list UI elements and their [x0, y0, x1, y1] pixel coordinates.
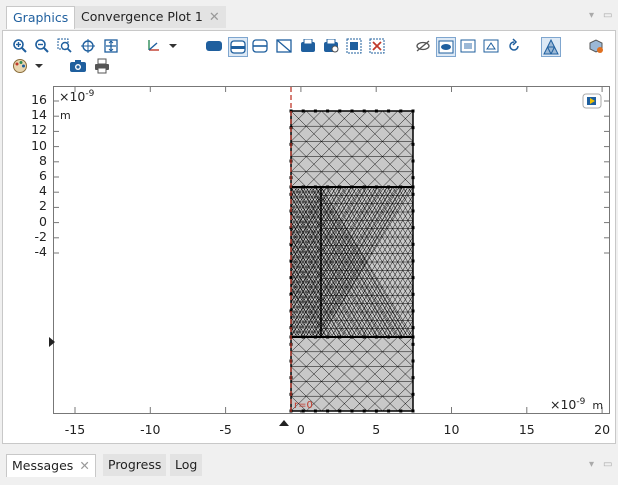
- close-icon[interactable]: ✕: [79, 458, 89, 473]
- y-tick-label: -2: [34, 228, 47, 244]
- tab-messages-label: Messages: [12, 458, 74, 473]
- tab-graphics-label: Graphics: [13, 10, 69, 25]
- hide-icon[interactable]: [414, 37, 432, 55]
- close-icon[interactable]: ✕: [209, 10, 220, 25]
- x-tick-label: 0: [296, 422, 305, 437]
- tab-log[interactable]: Log: [170, 454, 203, 476]
- graphics-toolbar-secondary: [9, 57, 209, 79]
- comsol-logo-icon[interactable]: [582, 93, 602, 109]
- minimize-icon[interactable]: ▾: [589, 459, 594, 470]
- y-tick-label: 2: [39, 198, 47, 214]
- graphics-tab-bar: Graphics Convergence Plot 1 ✕ ▾ ▭: [0, 0, 618, 30]
- y-tick-label: 8: [39, 152, 47, 168]
- tab-messages[interactable]: Messages ✕: [6, 454, 96, 477]
- y-tick-label: 4: [39, 183, 47, 199]
- graphics-canvas[interactable]: ×10-9 m ×10-9 m r=0: [53, 86, 610, 414]
- graphics-toolbar: [9, 37, 609, 59]
- y-tick-label: 14: [31, 107, 47, 123]
- select-edges-icon[interactable]: [251, 37, 269, 55]
- deselect-icon[interactable]: [322, 37, 340, 55]
- axis-marker-label: r=0: [294, 400, 313, 411]
- select-boundaries-icon[interactable]: [228, 37, 248, 57]
- tab-progress[interactable]: Progress: [103, 454, 167, 476]
- maximize-icon[interactable]: ▭: [603, 10, 612, 21]
- y-tick-label: -4: [34, 244, 47, 259]
- show-icon[interactable]: [436, 37, 456, 57]
- x-tick-label: 20: [594, 422, 611, 437]
- maximize-icon[interactable]: ▭: [603, 459, 612, 470]
- chevron-down-icon[interactable]: [30, 57, 48, 75]
- graphics-panel: 16 14 12 10 8 6 4 2 0 -2 -4 -15 -10 -5 0 5 10 15 20 ×10-9…: [2, 30, 616, 444]
- mesh-plot: [54, 87, 609, 413]
- y-axis-unit: m: [60, 109, 71, 122]
- x-tick-label: 5: [372, 422, 381, 437]
- select-all-icon[interactable]: [345, 37, 363, 55]
- tab-graphics[interactable]: Graphics: [6, 6, 76, 29]
- y-tick-label: 12: [31, 122, 47, 138]
- select-points-icon[interactable]: [275, 37, 293, 55]
- y-tick-label: 6: [39, 168, 47, 183]
- bottom-tab-bar: Messages ✕ Progress Log ▾ ▭: [0, 445, 618, 485]
- x-tick-label: -5: [219, 422, 232, 437]
- zoom-box-icon[interactable]: [56, 37, 74, 55]
- x-axis-exponent: ×10-9 m: [550, 397, 604, 413]
- y-tick-label: 10: [31, 137, 47, 153]
- x-tick-label: 15: [518, 422, 535, 437]
- x-tick-label: 10: [443, 422, 460, 437]
- select-domains-icon[interactable]: [205, 37, 223, 55]
- reset-view-icon[interactable]: [505, 37, 523, 55]
- y-origin-marker-icon: [49, 336, 55, 350]
- x-tick-label: -15: [64, 422, 86, 437]
- tab-log-label: Log: [175, 457, 198, 472]
- select-box-icon[interactable]: [299, 37, 317, 55]
- zoom-out-icon[interactable]: [33, 37, 51, 55]
- x-origin-marker-icon: [279, 415, 289, 429]
- color-palette-icon[interactable]: [11, 57, 29, 75]
- zoom-extents-icon[interactable]: [102, 37, 120, 55]
- print-icon[interactable]: [93, 57, 111, 75]
- tab-progress-label: Progress: [108, 457, 162, 472]
- minimize-icon[interactable]: ▾: [589, 10, 594, 21]
- y-tick-label: 16: [31, 92, 47, 107]
- y-axis-exponent: ×10-9: [59, 89, 95, 105]
- zoom-selected-icon[interactable]: [79, 37, 97, 55]
- transparency-icon[interactable]: [459, 37, 477, 55]
- x-tick-label: -10: [140, 422, 161, 437]
- y-tick-label: 0: [39, 213, 47, 229]
- camera-icon[interactable]: [69, 57, 87, 75]
- axis-orientation-icon[interactable]: [144, 37, 162, 55]
- chevron-down-icon[interactable]: [164, 37, 182, 55]
- clear-selection-icon[interactable]: [368, 37, 386, 55]
- zoom-in-icon[interactable]: [11, 37, 29, 55]
- scene-light-icon[interactable]: [587, 37, 605, 55]
- tab-convergence-plot-label: Convergence Plot 1: [81, 9, 203, 24]
- mesh-rendering-icon[interactable]: [541, 37, 561, 57]
- tab-convergence-plot[interactable]: Convergence Plot 1 ✕: [75, 6, 226, 28]
- wireframe-icon[interactable]: [482, 37, 500, 55]
